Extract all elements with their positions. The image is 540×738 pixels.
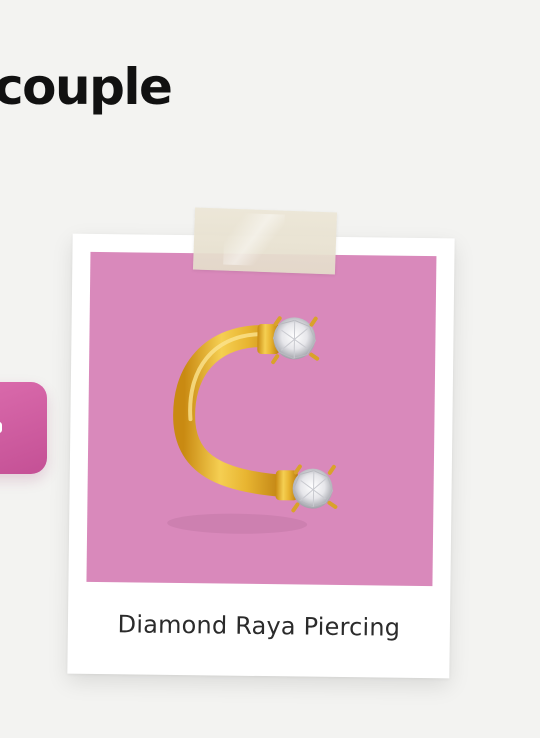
page: couple Diamond Raya Piercing <box>0 0 540 738</box>
product-polaroid-card[interactable]: Diamond Raya Piercing <box>67 233 455 679</box>
product-caption: Diamond Raya Piercing <box>117 610 401 642</box>
tape-strip <box>192 207 338 275</box>
product-photo <box>86 251 437 587</box>
plus-icon <box>0 422 2 433</box>
add-tile-button[interactable] <box>0 382 47 474</box>
piercing-image <box>167 316 338 534</box>
headline-text: couple <box>0 58 173 116</box>
